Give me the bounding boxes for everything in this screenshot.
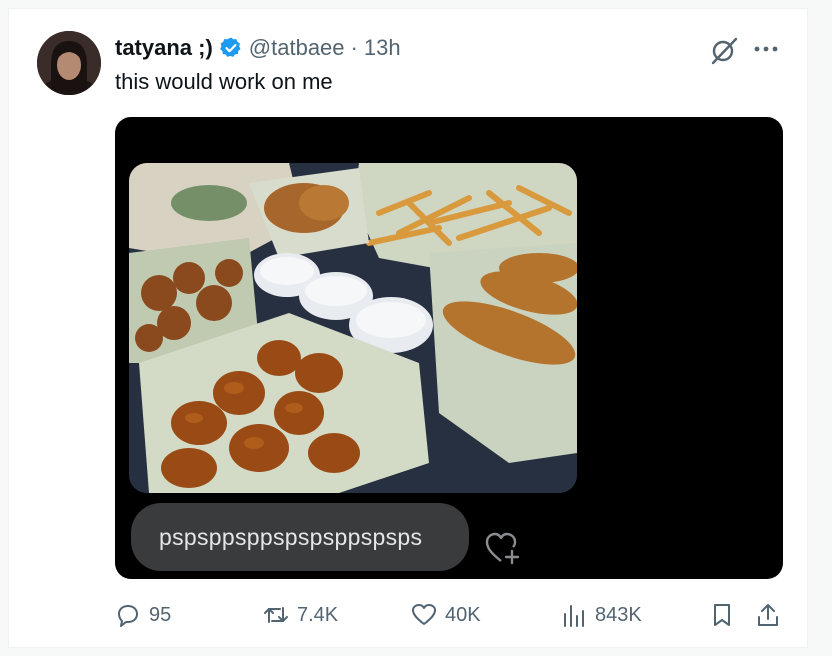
views-button[interactable]: 843K [561, 595, 642, 635]
action-bar: 95 7.4K 40K 843K [9, 595, 809, 635]
heart-icon [412, 604, 436, 625]
chat-message-text: pspsppsppspspsppspsps [159, 523, 423, 550]
bar-chart-icon [564, 605, 584, 627]
view-count: 843K [595, 603, 642, 626]
food-photo [129, 163, 577, 493]
repost-count: 7.4K [297, 603, 339, 626]
heart-plus-icon[interactable] [485, 531, 523, 565]
share-upload-icon [758, 604, 778, 626]
like-button[interactable]: 40K [411, 595, 481, 635]
reply-button[interactable]: 95 [115, 595, 171, 635]
tweet-card[interactable]: tatyana ;) @tatbaee · 13h this would wor… [8, 8, 808, 648]
tweet-media[interactable]: pspsppsppspspsppspsps [115, 117, 783, 579]
post-timestamp[interactable]: 13h [364, 35, 401, 61]
separator-dot: · [350, 35, 358, 60]
avatar[interactable] [37, 31, 101, 95]
bookmark-button[interactable] [709, 595, 735, 635]
speech-bubble-icon [118, 605, 138, 627]
display-name[interactable]: tatyana ;) [115, 35, 213, 61]
repost-arrows-icon [264, 607, 288, 623]
more-horizontal-icon[interactable] [751, 39, 781, 59]
like-count: 40K [445, 603, 481, 626]
author-row: tatyana ;) @tatbaee · 13h [115, 33, 401, 63]
author-handle[interactable]: @tatbaee [249, 35, 345, 61]
reply-count: 95 [149, 603, 172, 626]
verified-badge-icon [219, 36, 243, 60]
tweet-text: this would work on me [115, 69, 333, 94]
share-button[interactable] [755, 595, 781, 635]
grok-slash-icon[interactable] [709, 35, 739, 65]
repost-button[interactable]: 7.4K [263, 595, 338, 635]
chat-message-bubble: pspsppsppspspsppspsps [131, 503, 469, 571]
bookmark-icon [714, 604, 730, 626]
avatar-photo [37, 31, 101, 95]
